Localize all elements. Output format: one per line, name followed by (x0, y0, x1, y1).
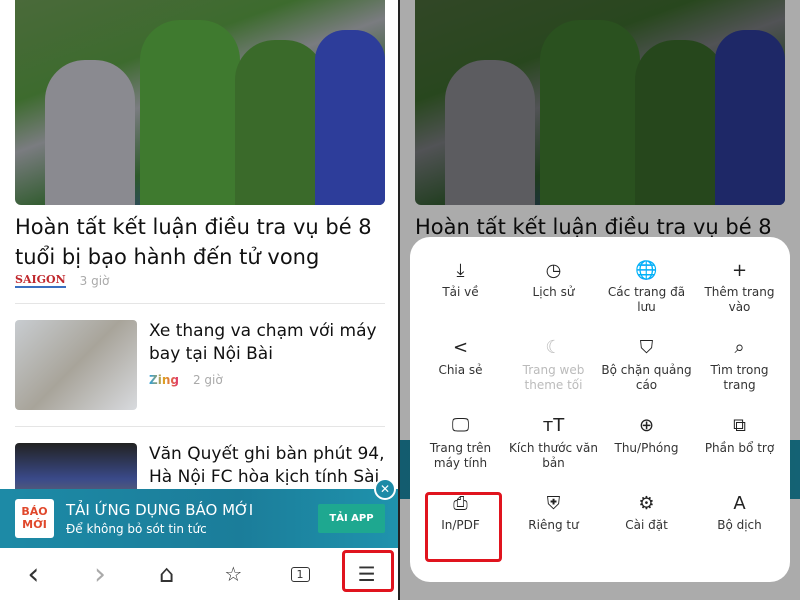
menu-item-moon: ☾ Trang web theme tối (507, 335, 600, 413)
bottom-nav: ‹ › ⌂ ☆ 1 ☰ (0, 548, 398, 600)
download-icon: ⤓ (456, 259, 465, 281)
desktop-icon: 🖵 (451, 415, 470, 436)
article-title[interactable]: Xe thang va chạm với máy bay tại Nội Bài (149, 320, 389, 366)
menu-item-label: Trang trên máy tính (429, 440, 492, 470)
app-promo-banner[interactable]: BÁO MỚI TẢI ỨNG DỤNG BÁO MỚI Để không bỏ s… (0, 489, 398, 548)
article-hero-image[interactable] (15, 0, 385, 205)
banner-title: TẢI ỨNG DỤNG BÁO MỚI (66, 501, 254, 519)
bookmarks-icon[interactable]: ☆ (200, 548, 267, 600)
source-logo: Zing (149, 373, 179, 387)
baomoi-logo: BÁO MỚI (15, 499, 54, 538)
find-in-page-icon: ⌕ (734, 337, 745, 359)
download-app-button[interactable]: TẢI APP (318, 504, 385, 533)
menu-item-label: Riêng tư (528, 518, 579, 533)
menu-item-shield-block[interactable]: ⛉ Bộ chặn quảng cáo (600, 335, 693, 413)
article-time: 3 giờ (79, 274, 110, 288)
menu-item-share[interactable]: < Chia sẻ (414, 335, 507, 413)
menu-item-label: Tìm trong trang (710, 362, 769, 392)
menu-item-label: Các trang đã lưu (607, 285, 686, 314)
menu-item-zoom[interactable]: ⊕ Thu/Phóng (600, 413, 693, 491)
article-thumbnail[interactable] (15, 320, 137, 410)
menu-item-history[interactable]: ◷ Lịch sử (507, 257, 600, 335)
banner-subtitle: Để không bỏ sót tin tức (66, 522, 207, 536)
close-banner-icon[interactable]: ✕ (374, 478, 396, 500)
menu-item-find-in-page[interactable]: ⌕ Tìm trong trang (693, 335, 786, 413)
history-icon: ◷ (545, 259, 562, 281)
menu-item-label: Kích thước văn bản (509, 440, 598, 470)
menu-item-label: Thu/Phóng (614, 440, 679, 455)
menu-item-translate[interactable]: A Bộ dịch (693, 490, 786, 568)
menu-item-label: Bộ chặn quảng cáo (601, 362, 692, 392)
tabs-icon[interactable]: 1 (267, 548, 334, 600)
highlight-menu-button (342, 550, 394, 592)
menu-item-addon[interactable]: ⧉ Phần bổ trợ (693, 413, 786, 491)
menu-item-desktop[interactable]: 🖵 Trang trên máy tính (414, 413, 507, 491)
right-screen: Hoàn tất kết luận điều tra vụ bé 8 tuổi … (400, 0, 800, 600)
shield-block-icon: ⛉ (639, 337, 654, 359)
addon-icon: ⧉ (733, 415, 746, 436)
menu-item-label: Chia sẻ (438, 362, 483, 377)
forward-icon[interactable]: › (67, 548, 134, 600)
translate-icon: A (733, 492, 746, 514)
divider (15, 303, 385, 304)
settings-icon: ⚙ (638, 492, 655, 514)
menu-item-text-size[interactable]: тT Kích thước văn bản (507, 413, 600, 491)
privacy-icon: ⛨ (546, 492, 561, 514)
zoom-icon: ⊕ (638, 415, 655, 436)
menu-item-label: Thêm trang vào (704, 285, 775, 314)
menu-item-label: Tải về (442, 285, 479, 299)
article-meta: Zing 2 giờ (149, 373, 223, 387)
article-meta: SAIGON 3 giờ (15, 274, 109, 288)
article-title[interactable]: Hoàn tất kết luận điều tra vụ bé 8 tuổi … (15, 212, 390, 272)
left-screen: Hoàn tất kết luận điều tra vụ bé 8 tuổi … (0, 0, 400, 600)
moon-icon: ☾ (545, 337, 562, 359)
share-icon: < (452, 337, 469, 359)
menu-item-privacy[interactable]: ⛨ Riêng tư (507, 490, 600, 568)
menu-item-label: Cài đặt (625, 518, 668, 533)
menu-item-label: Lịch sử (532, 285, 575, 299)
saved-pages-icon: 🌐 (635, 259, 658, 281)
home-icon[interactable]: ⌂ (133, 548, 200, 600)
menu-item-label: Bộ dịch (717, 518, 762, 533)
text-size-icon: тT (542, 415, 565, 436)
source-logo: SAIGON (15, 273, 66, 288)
menu-item-download[interactable]: ⤓ Tải về (414, 257, 507, 335)
article-time: 2 giờ (192, 373, 223, 387)
menu-item-settings[interactable]: ⚙ Cài đặt (600, 490, 693, 568)
menu-item-label: Phần bổ trợ (704, 440, 775, 455)
divider (15, 426, 385, 427)
menu-item-saved-pages[interactable]: 🌐 Các trang đã lưu (600, 257, 693, 335)
highlight-print-pdf (425, 492, 502, 562)
menu-item-plus[interactable]: + Thêm trang vào (693, 257, 786, 335)
plus-icon: + (731, 259, 748, 281)
menu-item-label: Trang web theme tối (522, 362, 585, 392)
back-icon[interactable]: ‹ (0, 548, 67, 600)
